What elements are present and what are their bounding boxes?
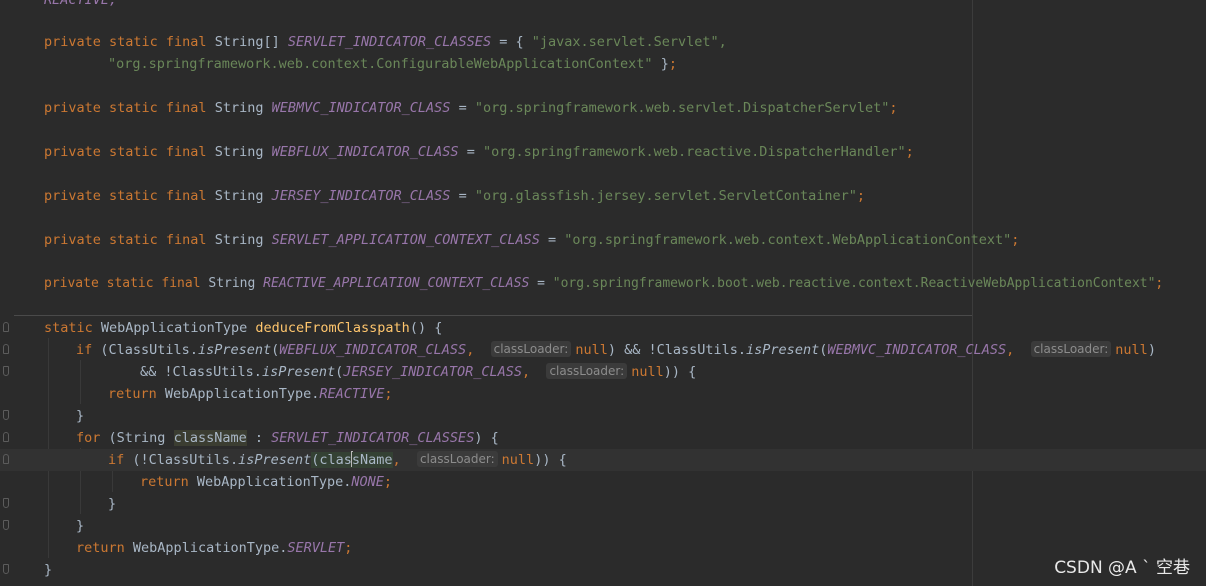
code-token: isPresent (746, 342, 820, 358)
code-token: "javax.servlet.Servlet", (531, 34, 727, 50)
code-token: ClassUtils (148, 452, 230, 468)
code-line[interactable]: private static final String JERSEY_INDIC… (0, 185, 1206, 207)
code-line[interactable]: private static final String REACTIVE_APP… (0, 273, 1206, 295)
code-token: if (76, 342, 93, 358)
fold-icon[interactable] (3, 498, 9, 508)
code-line[interactable]: if (ClassUtils.isPresent(WEBFLUX_INDICAT… (0, 339, 1206, 361)
code-token: "org.springframework.web.servlet.Dispatc… (474, 100, 890, 116)
code-token: "org.glassfish.jersey.servlet.ServletCon… (474, 188, 857, 204)
watermark: CSDN @A ` 空巷 (1054, 558, 1190, 578)
code-token: ClassUtils (108, 342, 190, 358)
code-token: ClassUtils (656, 342, 738, 358)
code-token: WebApplicationType (132, 540, 280, 556)
code-token: String[] (214, 34, 280, 50)
code-token: className (173, 430, 247, 446)
parameter-hint: classLoader: (416, 451, 498, 467)
code-token: isPresent (197, 342, 272, 358)
code-token: REACTIVE (319, 386, 385, 402)
code-line[interactable]: } (0, 405, 1206, 427)
method-separator (14, 315, 972, 316)
code-line[interactable]: return WebApplicationType.NONE; (0, 471, 1206, 493)
code-token: return (76, 540, 125, 556)
code-line[interactable]: for (String className : SERVLET_INDICATO… (0, 427, 1206, 449)
code-token: deduceFromClasspath (255, 320, 410, 336)
code-line[interactable]: private static final String WEBFLUX_INDI… (0, 141, 1206, 163)
code-token: return (108, 386, 157, 402)
code-token: for (76, 430, 101, 446)
code-token: REACTIVE_APPLICATION_CONTEXT_CLASS (263, 276, 530, 291)
code-token: private static final (44, 144, 207, 160)
code-token: "org.springframework.web.context.WebAppl… (564, 232, 1012, 248)
code-token: private static final (44, 34, 207, 50)
code-line[interactable]: static WebApplicationType deduceFromClas… (0, 317, 1206, 339)
code-token: "org.springframework.web.reactive.Dispat… (482, 144, 906, 160)
code-token: isPresent (261, 364, 336, 380)
code-line[interactable]: } (0, 515, 1206, 537)
code-token: String (214, 100, 264, 116)
fold-icon[interactable] (3, 564, 9, 574)
code-token: WEBMVC_INDICATOR_CLASS (827, 342, 1007, 358)
fold-icon[interactable] (3, 410, 9, 420)
fold-icon[interactable] (3, 322, 9, 332)
code-token: return (140, 474, 189, 490)
code-line[interactable]: && !ClassUtils.isPresent(JERSEY_INDICATO… (0, 361, 1206, 383)
code-token: null (501, 452, 535, 468)
code-token: private static final (44, 232, 207, 248)
code-line[interactable]: "org.springframework.web.context.Configu… (0, 53, 1206, 75)
code-token: WEBFLUX_INDICATOR_CLASS (279, 342, 467, 358)
code-token: String (214, 232, 264, 248)
code-line[interactable]: return WebApplicationType.REACTIVE; (0, 383, 1206, 405)
code-token: SERVLET_INDICATOR_CLASSES (271, 430, 475, 446)
fold-icon[interactable] (3, 520, 9, 530)
code-line[interactable]: private static final String SERVLET_APPL… (0, 229, 1206, 251)
code-token: private static final (44, 188, 207, 204)
code-token: "org.springframework.web.context.Configu… (108, 56, 653, 72)
code-token: NONE (351, 474, 384, 490)
parameter-hint: classLoader: (546, 363, 628, 379)
code-token: null (1115, 342, 1148, 358)
code-token: null (575, 342, 608, 358)
code-token: String (214, 144, 264, 160)
code-token: String (214, 188, 264, 204)
code-token: String (208, 276, 256, 291)
code-line[interactable]: REACTIVE; (0, 0, 1206, 11)
code-token: JERSEY_INDICATOR_CLASS (343, 364, 523, 380)
fold-icon[interactable] (3, 454, 9, 464)
code-token: SERVLET_INDICATOR_CLASSES (287, 34, 492, 50)
code-token: ClassUtils (172, 364, 254, 380)
code-token: private static final (44, 276, 201, 291)
code-editor[interactable]: REACTIVE; private static final String[] … (0, 0, 1206, 586)
code-token: WebApplicationType (196, 474, 344, 490)
code-token: String (116, 430, 166, 446)
parameter-hint: classLoader: (490, 341, 572, 357)
code-token: SERVLET_APPLICATION_CONTEXT_CLASS (271, 232, 540, 248)
parameter-hint: classLoader: (1030, 341, 1112, 357)
code-token: private static final (44, 100, 207, 116)
code-line[interactable]: private static final String WEBMVC_INDIC… (0, 97, 1206, 119)
code-token: if (108, 452, 125, 468)
code-token: JERSEY_INDICATOR_CLASS (271, 188, 451, 204)
code-token: null (631, 364, 664, 380)
code-token: static (44, 320, 93, 336)
code-token: isPresent (238, 452, 312, 468)
code-line[interactable]: } (0, 493, 1206, 515)
code-line[interactable]: } (0, 559, 1206, 581)
code-line[interactable]: private static final String[] SERVLET_IN… (0, 31, 1206, 53)
code-token: SERVLET (287, 540, 345, 556)
code-token: WEBMVC_INDICATOR_CLASS (271, 100, 451, 116)
code-line-current[interactable]: if (!ClassUtils.isPresent(className, cla… (0, 449, 1206, 471)
fold-icon[interactable] (3, 344, 9, 354)
fold-icon[interactable] (3, 366, 9, 376)
code-token: WEBFLUX_INDICATOR_CLASS (271, 144, 459, 160)
fold-icon[interactable] (3, 432, 9, 442)
code-token: "org.springframework.boot.web.reactive.c… (552, 276, 1156, 291)
code-line[interactable]: return WebApplicationType.SERVLET; (0, 537, 1206, 559)
code-token: WebApplicationType (100, 320, 248, 336)
code-token: WebApplicationType (164, 386, 312, 402)
code-token: REACTIVE; (44, 0, 118, 8)
